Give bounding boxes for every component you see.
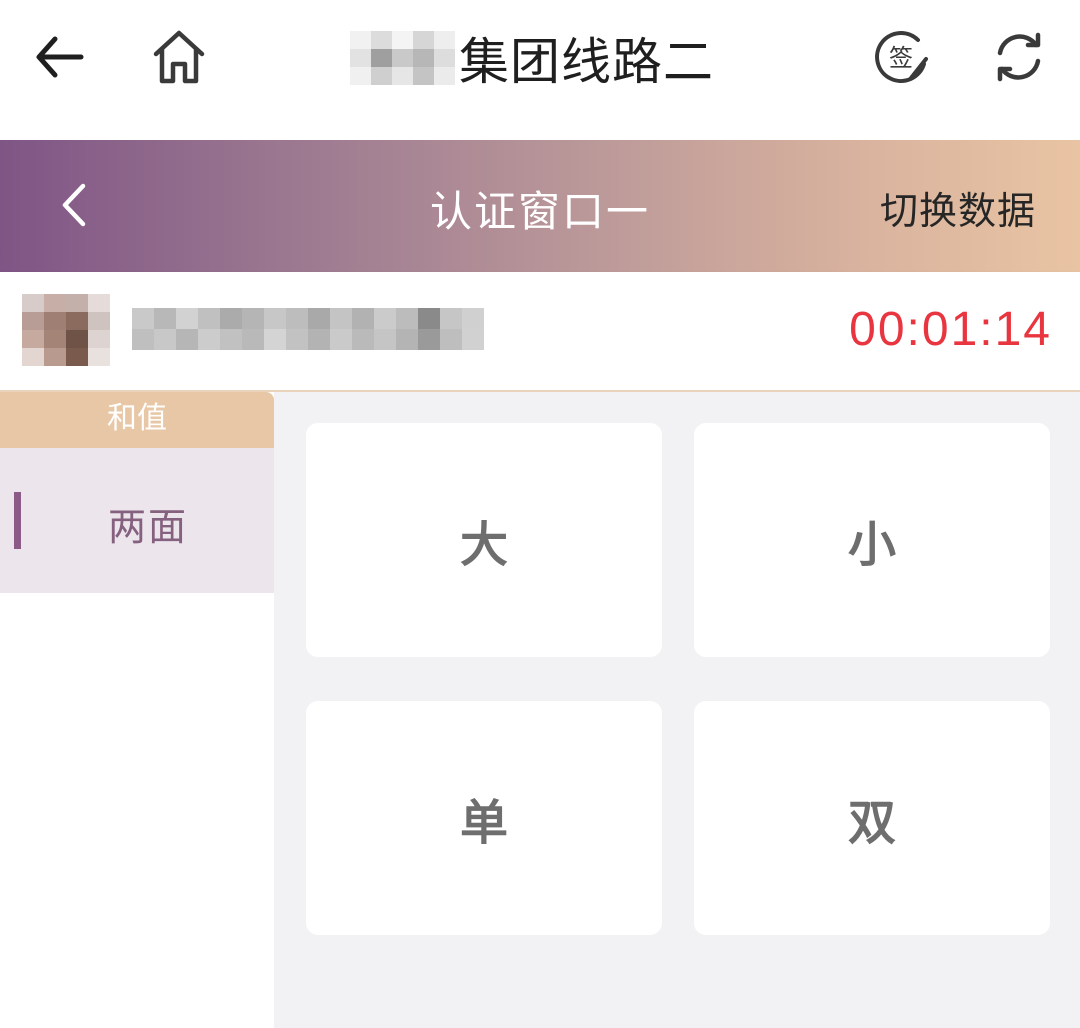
page-title-text: 集团线路二 — [459, 33, 714, 91]
home-button[interactable] — [144, 22, 214, 92]
refresh-button[interactable] — [984, 22, 1054, 92]
menu-item-label: 两面 — [107, 505, 188, 549]
option-label: 单 — [459, 795, 508, 851]
switch-data-button[interactable]: 切换数据 — [880, 180, 1036, 235]
sign-icon-text: 签 — [889, 44, 913, 72]
sign-icon: 签 — [875, 31, 928, 83]
page-title: 集团线路二 — [350, 18, 714, 98]
option-card-odd[interactable]: 单 — [306, 701, 662, 935]
section-header: 认证窗口一 切换数据 — [0, 140, 1080, 272]
option-card-small[interactable]: 小 — [694, 423, 1050, 657]
home-icon — [153, 30, 205, 84]
option-card-even[interactable]: 双 — [694, 701, 1050, 935]
options-panel: 大 小 单 双 — [274, 392, 1080, 1028]
username-redacted-mosaic — [132, 308, 484, 350]
info-row: 00:01:14 — [0, 272, 1080, 393]
sign-button[interactable]: 签 — [866, 22, 936, 92]
option-label: 双 — [847, 795, 896, 851]
top-bar: 集团线路二 签 — [0, 0, 1080, 140]
option-card-big[interactable]: 大 — [306, 423, 662, 657]
back-button[interactable] — [24, 22, 94, 92]
category-menu: 和值 两面 — [0, 392, 274, 1028]
option-label: 小 — [847, 517, 896, 573]
title-redacted-mosaic — [350, 31, 455, 85]
menu-section-title[interactable]: 和值 — [0, 392, 274, 448]
countdown-timer: 00:01:14 — [849, 303, 1052, 356]
arrow-left-icon — [36, 36, 84, 78]
avatar — [22, 294, 110, 366]
refresh-icon — [997, 32, 1041, 82]
option-label: 大 — [459, 517, 508, 573]
menu-item-liangmian[interactable]: 两面 — [0, 448, 274, 593]
